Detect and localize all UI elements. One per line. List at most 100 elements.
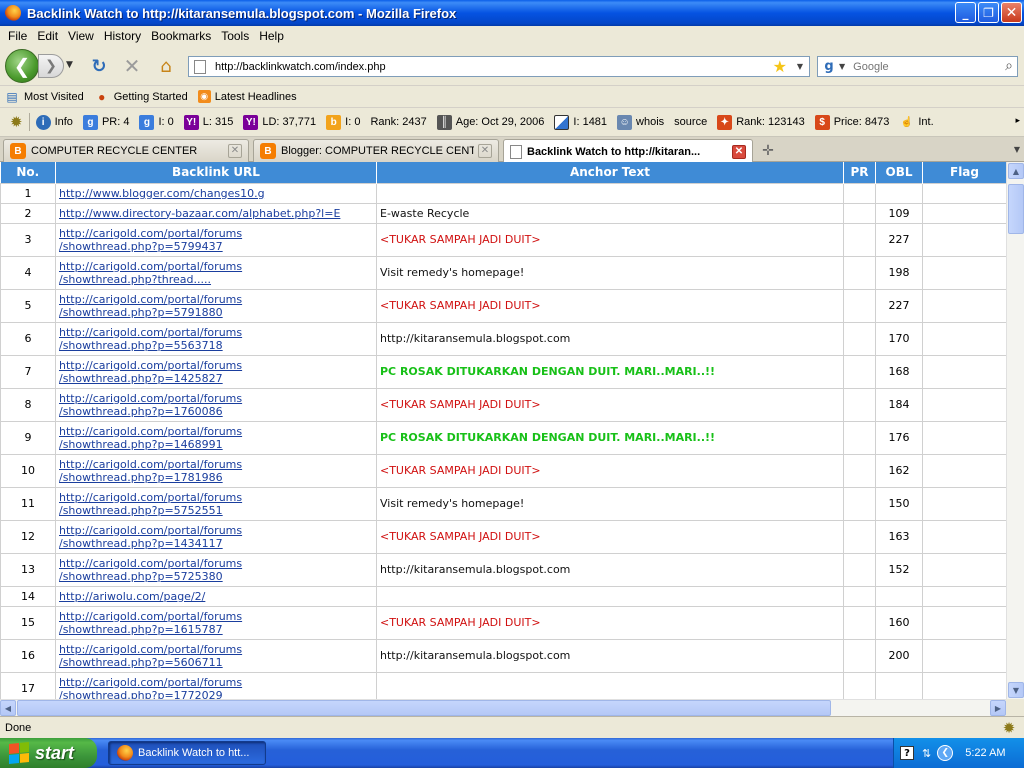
search-icon[interactable]: ⌕	[1005, 58, 1013, 74]
backlink-url-link[interactable]: http://carigold.com/portal/forums/showth…	[59, 425, 373, 451]
horizontal-scrollbar[interactable]: ◀ ▶	[0, 699, 1006, 716]
maximize-button[interactable]: ❐	[978, 2, 999, 23]
address-bar[interactable]: http://backlinkwatch.com/index.php ★ ▼	[188, 56, 810, 77]
google-icon: g	[82, 114, 98, 130]
seo-int[interactable]: ☝ Int.	[899, 115, 934, 130]
seo-bing-index[interactable]: b I: 0	[326, 114, 360, 130]
close-button[interactable]: ✕	[1001, 2, 1022, 23]
menu-file[interactable]: File	[8, 29, 27, 43]
backlink-url-cell: http://carigold.com/portal/forums/showth…	[55, 453, 377, 488]
scroll-up-icon[interactable]: ▲	[1008, 163, 1024, 179]
tab-close-icon[interactable]: ✕	[732, 144, 746, 159]
row-number: 9	[0, 420, 56, 455]
seoquake-status-icon[interactable]: ✹	[1000, 719, 1018, 737]
menu-view[interactable]: View	[68, 29, 94, 43]
seo-whois[interactable]: ☺ whois	[617, 114, 664, 130]
clock[interactable]: 5:22 AM	[965, 747, 1005, 759]
row-number: 14	[0, 585, 56, 607]
scroll-down-icon[interactable]: ▼	[1008, 682, 1024, 698]
tab-computer-recycle-center[interactable]: B COMPUTER RECYCLE CENTER ✕	[3, 139, 249, 162]
seoquake-gear-icon[interactable]: ✹	[10, 113, 23, 131]
back-button[interactable]: ❮	[5, 49, 39, 83]
menu-edit[interactable]: Edit	[37, 29, 58, 43]
seo-alexa-rank[interactable]: ✦ Rank: 123143	[717, 114, 805, 130]
history-dropdown-icon[interactable]: ▼	[66, 60, 73, 70]
new-tab-icon[interactable]: ✛	[757, 142, 779, 160]
backlink-url-link[interactable]: http://carigold.com/portal/forums/showth…	[59, 326, 373, 352]
row-number: 10	[0, 453, 56, 488]
backlink-url-link[interactable]: http://www.directory-bazaar.com/alphabet…	[59, 207, 373, 220]
stop-icon[interactable]: ✕	[121, 54, 143, 78]
start-button[interactable]: start	[0, 738, 97, 768]
seo-yahoo-linkdomain[interactable]: Y! LD: 37,771	[243, 114, 316, 130]
network-icon[interactable]: ⇅	[922, 747, 931, 760]
google-icon[interactable]: g	[821, 59, 837, 75]
tab-backlink-watch[interactable]: Backlink Watch to http://kitaran... ✕	[503, 139, 753, 163]
backlink-url-link[interactable]: http://carigold.com/portal/forums/showth…	[59, 227, 373, 253]
engine-dropdown-icon[interactable]: ▼	[839, 62, 845, 71]
backlink-url-link[interactable]: http://carigold.com/portal/forums/showth…	[59, 491, 373, 517]
backlink-url-link[interactable]: http://carigold.com/portal/forums/showth…	[59, 676, 373, 702]
vertical-scroll-thumb[interactable]	[1008, 184, 1024, 234]
backlink-url-link[interactable]: http://carigold.com/portal/forums/showth…	[59, 392, 373, 418]
backlink-url-link[interactable]: http://carigold.com/portal/forums/showth…	[59, 458, 373, 484]
scroll-left-icon[interactable]: ◀	[0, 700, 16, 716]
seo-source[interactable]: source	[674, 116, 707, 128]
menu-bookmarks[interactable]: Bookmarks	[151, 29, 211, 43]
tray-expand-icon[interactable]: ❮	[937, 745, 954, 761]
scroll-right-icon[interactable]: ▶	[990, 700, 1006, 716]
backlink-url-link[interactable]: http://carigold.com/portal/forums/showth…	[59, 524, 373, 550]
row-number: 2	[0, 202, 56, 224]
bookmark-star-icon[interactable]: ★	[773, 57, 787, 76]
home-icon[interactable]: ⌂	[155, 55, 177, 77]
backlink-url-link[interactable]: http://carigold.com/portal/forums/showth…	[59, 610, 373, 636]
seo-google-index[interactable]: g I: 0	[139, 114, 174, 130]
tab-close-icon[interactable]: ✕	[228, 144, 242, 158]
backlink-url-link[interactable]: http://carigold.com/portal/forums/showth…	[59, 359, 373, 385]
seo-price[interactable]: $ Price: 8473	[814, 114, 889, 130]
bookmark-most-visited[interactable]: ▤ Most Visited	[4, 89, 83, 105]
table-row: 3 http://carigold.com/portal/forums/showt…	[0, 222, 1007, 257]
seo-age[interactable]: ║ Age: Oct 29, 2006	[436, 114, 544, 130]
bookmark-latest-headlines[interactable]: ◉ Latest Headlines	[197, 90, 297, 103]
backlink-url-link[interactable]: http://ariwolu.com/page/2/	[59, 590, 373, 603]
forward-button[interactable]: ❯	[38, 54, 64, 78]
pr-cell	[843, 288, 876, 323]
google-icon: g	[139, 114, 155, 130]
menu-tools[interactable]: Tools	[221, 29, 249, 43]
menu-history[interactable]: History	[104, 29, 141, 43]
search-input[interactable]	[853, 60, 984, 73]
tab-close-icon[interactable]: ✕	[478, 144, 492, 158]
tab-list-dropdown-icon[interactable]: ▼	[1014, 145, 1020, 154]
minimize-button[interactable]: _	[955, 2, 976, 23]
row-number: 15	[0, 605, 56, 640]
page-content: No. Backlink URL Anchor Text PR OBL Flag…	[0, 162, 1024, 716]
backlink-url-link[interactable]: http://carigold.com/portal/forums/showth…	[59, 293, 373, 319]
menu-help[interactable]: Help	[259, 29, 284, 43]
seo-info[interactable]: i Info	[35, 114, 73, 130]
reload-icon[interactable]: ↻	[88, 55, 110, 77]
seo-pagerank[interactable]: g PR: 4	[82, 114, 129, 130]
backlink-url-link[interactable]: http://carigold.com/portal/forums/showth…	[59, 557, 373, 583]
bookmark-getting-started[interactable]: ● Getting Started	[94, 89, 188, 105]
vertical-scrollbar[interactable]: ▲ ▼	[1006, 162, 1024, 699]
anchor-text-cell: <TUKAR SAMPAH JADI DUIT>	[376, 605, 844, 640]
backlink-url-link[interactable]: http://carigold.com/portal/forums/showth…	[59, 260, 373, 286]
toolbar-overflow-icon[interactable]: ▸	[1015, 116, 1020, 126]
url-dropdown-icon[interactable]: ▼	[797, 57, 803, 76]
obl-cell: 200	[875, 638, 923, 673]
help-icon[interactable]: ?	[900, 746, 914, 760]
seo-rank[interactable]: Rank: 2437	[370, 116, 426, 128]
backlink-url-link[interactable]: http://carigold.com/portal/forums/showth…	[59, 643, 373, 669]
search-box[interactable]: g ▼ ⌕	[817, 56, 1018, 77]
seo-delicious[interactable]: I: 1481	[554, 114, 607, 130]
tab-blogger[interactable]: B Blogger: COMPUTER RECYCLE CENTER... ✕	[253, 139, 499, 162]
address-input[interactable]: http://backlinkwatch.com/index.php	[215, 61, 386, 73]
taskbar-item-firefox[interactable]: Backlink Watch to htt...	[108, 741, 266, 765]
url-line: /showthread.php?p=1468991	[59, 437, 223, 451]
flag-cell	[922, 585, 1007, 607]
obl-cell: 160	[875, 605, 923, 640]
backlink-url-link[interactable]: http://www.blogger.com/changes10.g	[59, 187, 373, 200]
horizontal-scroll-thumb[interactable]	[17, 700, 831, 716]
seo-yahoo-links[interactable]: Y! L: 315	[183, 114, 233, 130]
